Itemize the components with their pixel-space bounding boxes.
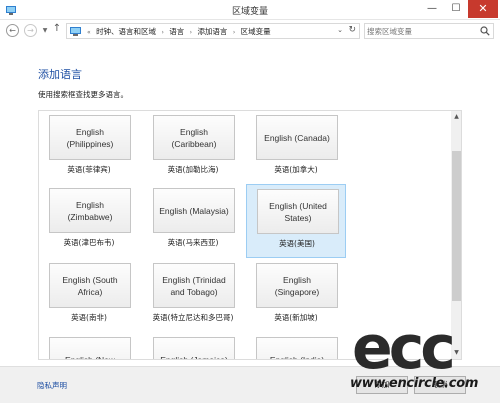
breadcrumb-item[interactable]: 语言 (169, 27, 184, 36)
scroll-thumb[interactable] (452, 151, 461, 301)
language-tile[interactable]: English (Zimbabwe) (49, 188, 131, 233)
language-item[interactable]: English (South Africa) 英语(南非) (39, 259, 139, 333)
language-native-name: 英语(加勒比海) (167, 165, 219, 174)
privacy-link[interactable]: 隐私声明 (37, 380, 67, 391)
language-item[interactable]: English (Canada) 英语(加拿大) (246, 111, 346, 185)
language-item[interactable]: English (Malaysia) 英语(马来西亚) (143, 184, 243, 258)
breadcrumb-item[interactable]: 添加语言 (197, 27, 227, 36)
scroll-down-arrow-icon[interactable]: ▼ (451, 347, 461, 359)
language-native-name: 英语(美国) (279, 239, 315, 248)
language-native-name: 英语(菲律宾) (67, 165, 111, 174)
language-native-name: 英语(特立尼达和多巴哥) (152, 313, 234, 322)
breadcrumb-item[interactable]: 时钟、语言和区域 (96, 27, 156, 36)
recent-locations-button[interactable]: ▼ (41, 25, 49, 38)
language-native-name: 英语(新加坡) (274, 313, 318, 322)
chevron-right-icon[interactable]: › (190, 29, 192, 36)
chevron-double-left-icon[interactable]: « (87, 29, 91, 36)
language-tile[interactable]: English (India) (256, 337, 338, 359)
maximize-button[interactable]: ☐ (444, 0, 468, 18)
language-native-name: 英语(津巴布韦) (63, 238, 115, 247)
navigation-bar: ← → ▼ ↑ « 时钟、语言和区域 › 语言 › 添加语言 › 区域变量 ⌄ … (0, 21, 500, 41)
language-tile[interactable]: English (Caribbean) (153, 115, 235, 160)
footer-bar: 隐私声明 添加 取消 (0, 366, 500, 403)
language-tile[interactable]: English (Singapore) (256, 263, 338, 308)
breadcrumb: « 时钟、语言和区域 › 语言 › 添加语言 › 区域变量 (84, 26, 271, 37)
vertical-scrollbar[interactable]: ▲ ▼ (451, 111, 461, 359)
breadcrumb-item[interactable]: 区域变量 (241, 27, 271, 36)
language-tile[interactable]: English (Canada) (256, 115, 338, 160)
language-tile[interactable]: English (Philippines) (49, 115, 131, 160)
scroll-up-arrow-icon[interactable]: ▲ (451, 111, 461, 123)
language-tile[interactable]: English (New (49, 337, 131, 359)
language-item[interactable]: English (Trinidad and Tobago) 英语(特立尼达和多巴… (143, 259, 243, 333)
language-list: English (Philippines) 英语(菲律宾) English (C… (38, 110, 462, 360)
language-native-name: 英语(马来西亚) (167, 238, 219, 247)
language-tile[interactable]: English (United States) (257, 189, 339, 234)
minimize-button[interactable]: — (420, 0, 444, 18)
instruction-text: 使用搜索框查找更多语言。 (38, 90, 128, 99)
back-button[interactable]: ← (6, 24, 19, 37)
forward-button[interactable]: → (24, 24, 37, 37)
chevron-right-icon[interactable]: › (161, 29, 163, 36)
search-box[interactable] (364, 23, 494, 39)
language-item[interactable]: English (Singapore) 英语(新加坡) (246, 259, 346, 333)
address-bar[interactable]: « 时钟、语言和区域 › 语言 › 添加语言 › 区域变量 ⌄ ↻ (66, 23, 360, 39)
language-tile[interactable]: English (Jamaica) (153, 337, 235, 359)
language-item[interactable]: English (Philippines) 英语(菲律宾) (39, 111, 139, 185)
search-icon[interactable] (480, 26, 490, 36)
control-panel-icon (70, 27, 81, 36)
language-item[interactable]: English (Jamaica) (143, 333, 243, 359)
language-item[interactable]: English (Zimbabwe) 英语(津巴布韦) (39, 184, 139, 258)
close-button[interactable]: ✕ (468, 0, 498, 18)
add-button[interactable]: 添加 (356, 376, 408, 394)
language-item[interactable]: English (India) (246, 333, 346, 359)
chevron-right-icon[interactable]: › (233, 29, 235, 36)
language-native-name: 英语(加拿大) (274, 165, 318, 174)
language-native-name: 英语(南非) (71, 313, 107, 322)
refresh-icon[interactable]: ↻ (348, 25, 356, 35)
language-tile[interactable]: English (South Africa) (49, 263, 131, 308)
cancel-button[interactable]: 取消 (414, 376, 466, 394)
language-item[interactable]: English (New (39, 333, 139, 359)
language-tile[interactable]: English (Malaysia) (153, 188, 235, 233)
language-tile[interactable]: English (Trinidad and Tobago) (153, 263, 235, 308)
page-title: 添加语言 (38, 68, 82, 81)
search-input[interactable] (367, 25, 477, 37)
language-item[interactable]: English (Caribbean) 英语(加勒比海) (143, 111, 243, 185)
language-item-selected[interactable]: English (United States) 英语(美国) (246, 184, 346, 258)
up-button[interactable]: ↑ (52, 23, 62, 36)
chevron-down-icon[interactable]: ⌄ (337, 26, 343, 34)
title-bar: 区域变量 — ☐ ✕ (0, 0, 500, 20)
